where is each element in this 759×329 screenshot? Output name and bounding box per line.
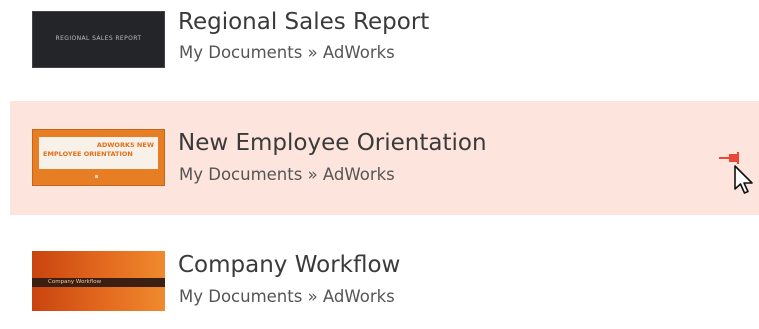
- document-path: My Documents » AdWorks: [179, 287, 395, 306]
- thumbnail-logo: [95, 175, 98, 178]
- document-title: Company Workflow: [178, 252, 401, 278]
- document-thumbnail: Company Workflow: [32, 251, 165, 311]
- pin-icon[interactable]: [718, 151, 744, 165]
- thumbnail-title: Company Workflow: [48, 279, 102, 285]
- mouse-cursor-icon: [734, 165, 753, 194]
- list-item[interactable]: Company Workflow Company Workflow My Doc…: [10, 215, 759, 329]
- document-thumbnail: REGIONAL SALES REPORT: [32, 11, 165, 68]
- thumbnail-title-line-2: EMPLOYEE ORIENTATION: [43, 150, 133, 158]
- document-path: My Documents » AdWorks: [179, 165, 395, 184]
- document-title: New Employee Orientation: [178, 130, 487, 156]
- thumbnail-title: REGIONAL SALES REPORT: [55, 35, 142, 42]
- list-item-selected[interactable]: ADWORKS NEW EMPLOYEE ORIENTATION New Emp…: [10, 101, 759, 215]
- document-path: My Documents » AdWorks: [179, 43, 395, 62]
- thumbnail-title-line-1: ADWORKS NEW: [96, 141, 154, 149]
- document-title: Regional Sales Report: [178, 9, 430, 35]
- document-thumbnail: ADWORKS NEW EMPLOYEE ORIENTATION: [32, 129, 165, 186]
- list-item[interactable]: REGIONAL SALES REPORT Regional Sales Rep…: [10, 0, 759, 101]
